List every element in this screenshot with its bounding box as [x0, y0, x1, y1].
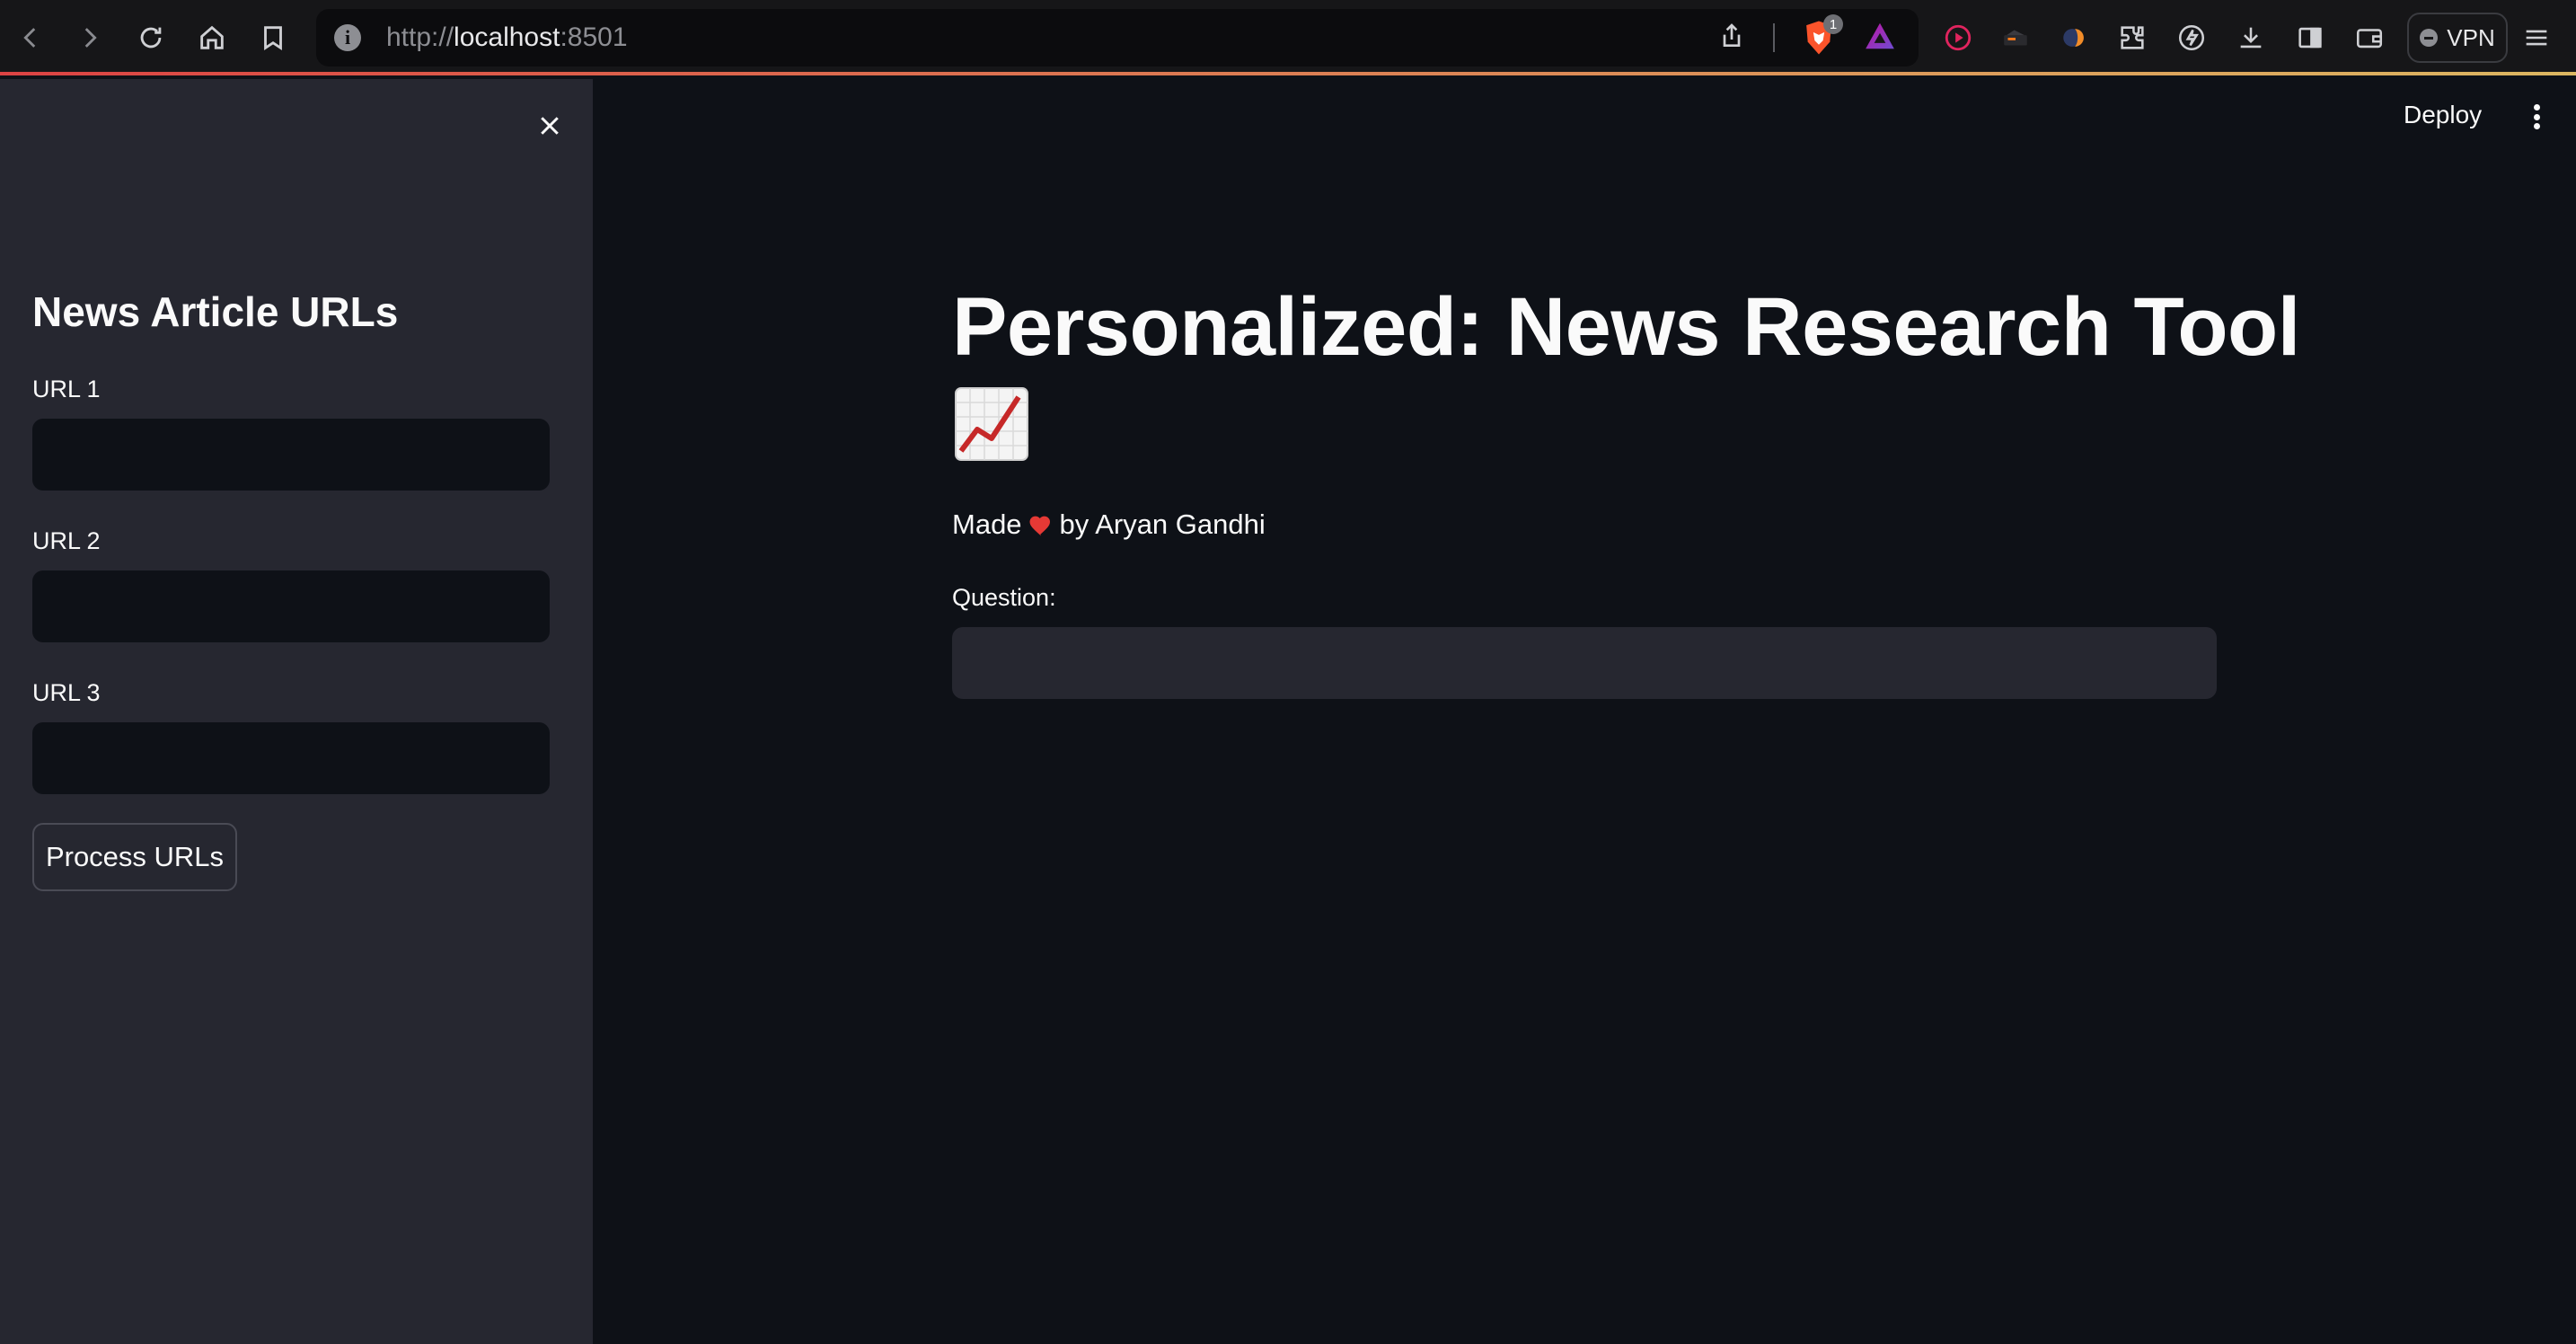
site-info-icon[interactable]: i: [334, 24, 361, 51]
extensions-puzzle-icon[interactable]: [2113, 18, 2152, 57]
chart-increasing-icon: [954, 385, 1029, 464]
home-icon[interactable]: [190, 16, 234, 59]
close-sidebar-button[interactable]: [530, 106, 569, 146]
url-text[interactable]: http://localhost:8501: [386, 22, 628, 53]
url-3-input[interactable]: [32, 722, 550, 794]
browser-toolbar: i http://localhost:8501 1 VPN: [0, 0, 2576, 75]
divider: [1773, 23, 1775, 52]
download-icon[interactable]: [2231, 18, 2271, 57]
attribution-line: Made by Aryan Gandhi: [952, 508, 1266, 541]
leo-ai-icon[interactable]: [2172, 18, 2211, 57]
back-icon[interactable]: [9, 16, 52, 59]
process-urls-button[interactable]: Process URLs: [32, 823, 237, 891]
extension-icon[interactable]: [1996, 18, 2035, 57]
heart-icon: [1029, 516, 1050, 536]
page-title: Personalized: News Research Tool: [952, 281, 2300, 373]
close-icon: [541, 117, 559, 135]
brave-shields-icon[interactable]: 1: [1802, 14, 1843, 56]
sidebar-title: News Article URLs: [32, 288, 399, 335]
author-text: by Aryan Gandhi: [1059, 508, 1266, 540]
share-icon[interactable]: [1717, 22, 1746, 55]
url-2-input[interactable]: [32, 570, 550, 642]
vpn-label: VPN: [2447, 23, 2495, 51]
address-bar[interactable]: i http://localhost:8501 1: [316, 9, 1919, 66]
main-menu-icon[interactable]: [2526, 101, 2547, 133]
sidebar: News Article URLs URL 1 URL 2 URL 3 Proc…: [0, 79, 593, 1344]
question-input[interactable]: [952, 627, 2217, 699]
url-3-label: URL 3: [32, 679, 101, 706]
extension-icon[interactable]: [2055, 18, 2095, 57]
media-extension-icon[interactable]: [1938, 18, 1978, 57]
url-2-label: URL 2: [32, 527, 101, 554]
bookmark-icon[interactable]: [251, 16, 295, 59]
shields-badge: 1: [1823, 14, 1843, 34]
sidebar-toggle-icon[interactable]: [2290, 18, 2330, 57]
made-text: Made: [952, 508, 1022, 540]
url-1-input[interactable]: [32, 419, 550, 491]
url-1-label: URL 1: [32, 376, 101, 402]
streamlit-accent-bar: [0, 72, 2576, 75]
reload-icon[interactable]: [129, 16, 172, 59]
question-label: Question:: [952, 584, 1056, 611]
deploy-button[interactable]: Deploy: [2404, 101, 2482, 129]
hamburger-menu-icon[interactable]: [2517, 18, 2556, 57]
forward-icon[interactable]: [68, 16, 111, 59]
vpn-status-icon: [2420, 29, 2439, 47]
vpn-button[interactable]: VPN: [2407, 13, 2508, 63]
brave-rewards-icon[interactable]: [1863, 19, 1897, 57]
wallet-icon[interactable]: [2350, 18, 2389, 57]
